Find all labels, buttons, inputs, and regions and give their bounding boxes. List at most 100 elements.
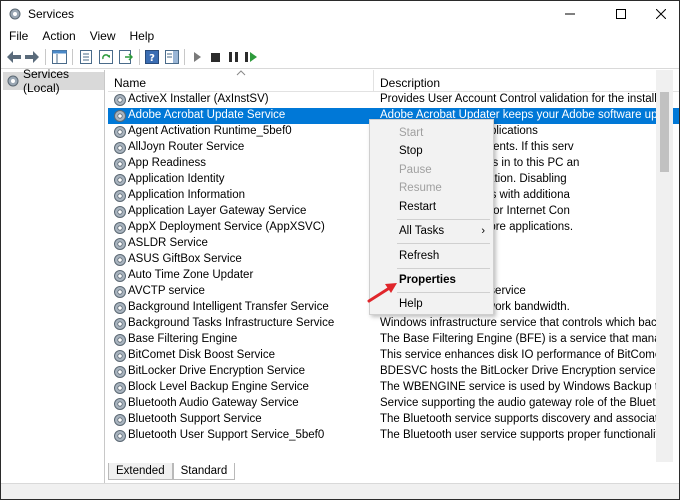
- restart-icon: [244, 52, 257, 62]
- scrollbar-thumb[interactable]: [660, 92, 669, 172]
- service-gear-icon: [114, 110, 126, 122]
- services-window: Services File Action View Help ? Service…: [0, 0, 680, 500]
- refresh-toolbar-button[interactable]: [98, 49, 114, 65]
- properties-sheet-icon: [80, 50, 92, 64]
- service-description: The Bluetooth user service supports prop…: [380, 429, 670, 441]
- vertical-scrollbar[interactable]: [656, 70, 673, 462]
- service-description: This service enhances disk IO performanc…: [380, 349, 668, 361]
- context-menu-start[interactable]: Start: [370, 124, 493, 142]
- service-row[interactable]: BitLocker Drive Encryption Service BDESVC…: [108, 364, 679, 380]
- maximize-button[interactable]: [599, 1, 643, 27]
- menu-file[interactable]: File: [1, 29, 34, 43]
- column-header-name-label: Name: [114, 76, 147, 90]
- service-gear-icon: [114, 254, 126, 266]
- toolbar-separator: [72, 49, 73, 65]
- svg-text:?: ?: [149, 53, 155, 64]
- console-tree: Services (Local): [1, 67, 105, 495]
- properties-toolbar-button[interactable]: [78, 49, 94, 65]
- column-header-name[interactable]: Name: [108, 70, 374, 92]
- service-row[interactable]: Bluetooth User Support Service_5bef0 The …: [108, 428, 679, 444]
- export-list-button[interactable]: [118, 49, 134, 65]
- service-gear-icon: [114, 222, 126, 234]
- tab-extended[interactable]: Extended: [108, 463, 173, 480]
- service-name: AVCTP service: [128, 285, 205, 297]
- service-name: ASLDR Service: [128, 237, 208, 249]
- service-row[interactable]: ActiveX Installer (AxInstSV) Provides Use…: [108, 92, 679, 108]
- service-row[interactable]: Block Level Backup Engine Service The WBE…: [108, 380, 679, 396]
- service-name: Agent Activation Runtime_5bef0: [128, 125, 292, 137]
- service-name: AllJoyn Router Service: [128, 141, 245, 153]
- context-menu-resume[interactable]: Resume: [370, 179, 493, 197]
- menu-help[interactable]: Help: [122, 29, 161, 43]
- service-name: BitLocker Drive Encryption Service: [128, 365, 306, 377]
- service-gear-icon: [114, 350, 126, 362]
- action-pane-icon: [165, 50, 179, 64]
- service-name: Background Tasks Infrastructure Service: [128, 317, 335, 329]
- service-row[interactable]: Bluetooth Audio Gateway Service Service s…: [108, 396, 679, 412]
- service-row[interactable]: Background Tasks Infrastructure Service W…: [108, 316, 679, 332]
- service-name: Base Filtering Engine: [128, 333, 238, 345]
- context-menu-all-tasks[interactable]: All Tasks ›: [370, 222, 493, 240]
- menu-action[interactable]: Action: [34, 29, 81, 43]
- context-menu-stop[interactable]: Stop: [370, 142, 493, 160]
- context-menu-separator: [397, 219, 490, 220]
- services-gear-icon: [9, 8, 21, 20]
- play-icon: [194, 52, 201, 62]
- tab-standard[interactable]: Standard: [172, 463, 236, 480]
- forward-button[interactable]: [24, 49, 40, 65]
- service-name: Adobe Acrobat Update Service: [128, 109, 288, 121]
- menu-bar: File Action View Help: [1, 27, 679, 45]
- context-menu-separator: [397, 243, 490, 244]
- context-menu-separator: [397, 268, 490, 269]
- console-tree-icon: [51, 50, 67, 64]
- service-gear-icon: [114, 302, 126, 314]
- column-header-description[interactable]: Description: [374, 70, 674, 92]
- maximize-icon: [616, 9, 626, 19]
- toolbar-separator: [184, 49, 185, 65]
- help-toolbar-button[interactable]: ?: [144, 49, 160, 65]
- show-action-pane-button[interactable]: [164, 49, 180, 65]
- service-row[interactable]: Bluetooth Support Service The Bluetooth s…: [108, 412, 679, 428]
- list-header: Name Description: [108, 70, 679, 92]
- service-gear-icon: [114, 334, 126, 346]
- stop-service-button[interactable]: [207, 49, 223, 65]
- show-hide-console-tree-button[interactable]: [51, 49, 67, 65]
- service-name: Background Intelligent Transfer Service: [128, 301, 329, 313]
- service-gear-icon: [114, 414, 126, 426]
- service-gear-icon: [114, 318, 126, 330]
- back-button[interactable]: [6, 49, 22, 65]
- service-gear-icon: [114, 206, 126, 218]
- pause-service-button[interactable]: [225, 49, 241, 65]
- service-description: Windows infrastructure service that cont…: [380, 317, 670, 329]
- minimize-button[interactable]: [548, 1, 592, 27]
- service-description: Provides User Account Control validation…: [380, 93, 670, 105]
- back-arrow-icon: [7, 51, 21, 63]
- start-service-button[interactable]: [189, 49, 205, 65]
- close-icon: [656, 9, 666, 19]
- context-menu-restart[interactable]: Restart: [370, 198, 493, 216]
- toolbar-separator: [45, 49, 46, 65]
- menu-view[interactable]: View: [82, 29, 122, 43]
- close-button[interactable]: [639, 1, 679, 27]
- refresh-icon: [99, 50, 113, 64]
- status-bar: [1, 483, 679, 499]
- service-name: BitComet Disk Boost Service: [128, 349, 275, 361]
- service-row[interactable]: Base Filtering Engine The Base Filtering …: [108, 332, 679, 348]
- service-description: The Bluetooth service supports discovery…: [380, 413, 670, 425]
- tree-item-services-local[interactable]: Services (Local): [3, 67, 104, 95]
- service-row[interactable]: BitComet Disk Boost Service This service …: [108, 348, 679, 364]
- forward-arrow-icon: [25, 51, 39, 63]
- service-name: Application Information: [128, 189, 245, 201]
- service-gear-icon: [114, 286, 126, 298]
- context-menu-refresh[interactable]: Refresh: [370, 247, 493, 265]
- tree-item-label: Services (Local): [23, 67, 70, 95]
- export-list-icon: [119, 50, 133, 64]
- service-gear-icon: [114, 238, 126, 250]
- service-name: ASUS GiftBox Service: [128, 253, 242, 265]
- context-menu-pause[interactable]: Pause: [370, 161, 493, 179]
- column-header-description-label: Description: [380, 76, 441, 90]
- window-title: Services: [28, 7, 75, 21]
- service-name: ActiveX Installer (AxInstSV): [128, 93, 269, 105]
- service-gear-icon: [114, 366, 126, 378]
- restart-service-button[interactable]: [243, 49, 259, 65]
